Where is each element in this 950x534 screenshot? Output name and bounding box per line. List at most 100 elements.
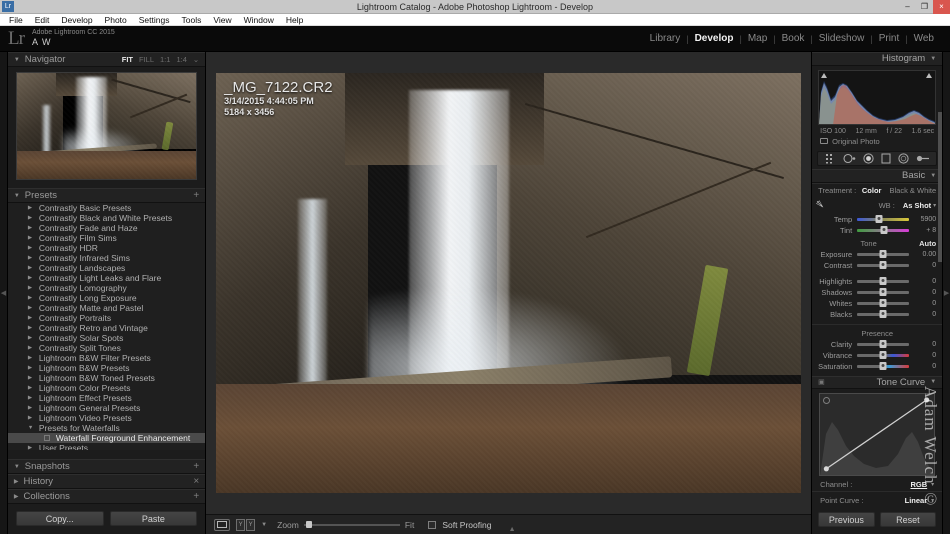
blacks-slider-row[interactable]: Blacks 0	[812, 309, 942, 320]
preset-item-waterfall-foreground-enhancement[interactable]: Waterfall Foreground Enhancement	[7, 433, 206, 443]
tint-slider-track[interactable]	[857, 225, 910, 234]
whites-slider-row[interactable]: Whites 0	[812, 298, 942, 309]
temp-slider-row[interactable]: Temp 5900	[812, 214, 942, 225]
exposure-slider-track[interactable]	[857, 249, 910, 258]
radial-filter-icon[interactable]	[898, 153, 909, 164]
temp-slider-knob[interactable]	[875, 214, 883, 223]
clarity-slider-knob[interactable]	[879, 339, 887, 348]
close-button[interactable]: ×	[933, 0, 950, 14]
preset-folder[interactable]: ▶ Contrastly Lomography	[8, 283, 205, 293]
contrast-slider-track[interactable]	[857, 260, 910, 269]
preset-folder[interactable]: ▶ Contrastly Retro and Vintage	[8, 323, 205, 333]
whites-slider-knob[interactable]	[879, 298, 887, 307]
highlight-clipping-indicator[interactable]	[926, 72, 933, 80]
history-panel-header[interactable]: ▶ History ×	[7, 474, 206, 489]
module-slideshow[interactable]: Slideshow	[813, 33, 871, 44]
saturation-slider-row[interactable]: Saturation 0	[812, 361, 942, 372]
preset-folder[interactable]: ▶ Contrastly Light Leaks and Flare	[8, 273, 205, 283]
right-panel-scrollbar[interactable]	[938, 112, 943, 262]
preset-folder[interactable]: ▶ Lightroom Video Presets	[8, 413, 205, 423]
snapshots-panel-header[interactable]: ▼ Snapshots +	[7, 459, 206, 474]
menu-view[interactable]: View	[207, 14, 237, 26]
zoom-slider-track[interactable]	[303, 520, 400, 528]
zoom-fill[interactable]: FILL	[139, 55, 154, 64]
preset-folder[interactable]: ▶ Contrastly Black and White Presets	[8, 213, 205, 223]
preset-folder-waterfalls[interactable]: ▼ Presets for Waterfalls	[8, 423, 205, 433]
menu-photo[interactable]: Photo	[99, 14, 133, 26]
chevron-down-icon[interactable]: ▾	[931, 481, 934, 488]
vibrance-slider-knob[interactable]	[879, 350, 887, 359]
presets-list[interactable]: ▶ Contrastly Basic Presets ▶ Contrastly Bl…	[7, 203, 206, 450]
zoom-slider-knob[interactable]	[305, 520, 312, 528]
vibrance-slider-row[interactable]: Vibrance 0	[812, 350, 942, 361]
preset-folder[interactable]: ▶ Contrastly Split Tones	[8, 343, 205, 353]
paste-button[interactable]: Paste	[109, 511, 198, 526]
before-view-icon[interactable]: Y	[236, 518, 246, 531]
shadows-slider-knob[interactable]	[879, 287, 887, 296]
module-develop[interactable]: Develop	[689, 33, 740, 44]
whites-slider-track[interactable]	[857, 298, 910, 307]
add-collection-button[interactable]: +	[193, 491, 199, 502]
shadows-slider-track[interactable]	[857, 287, 910, 296]
tone-curve-line[interactable]	[820, 394, 934, 475]
add-snapshot-button[interactable]: +	[193, 461, 199, 472]
point-curve-row[interactable]: Point Curve : Linear ▾	[812, 491, 943, 507]
left-panel-toggle[interactable]: ◀	[0, 52, 8, 534]
contrast-slider-knob[interactable]	[879, 260, 887, 269]
highlights-slider-knob[interactable]	[879, 276, 887, 285]
menu-help[interactable]: Help	[280, 14, 309, 26]
loupe-photo[interactable]: _MG_7122.CR2 3/14/2015 4:44:05 PM 5184 x…	[216, 73, 802, 493]
chevron-down-icon[interactable]: ⌄	[193, 55, 199, 64]
menu-window[interactable]: Window	[238, 14, 280, 26]
preset-folder-user[interactable]: ▶ User Presets	[8, 443, 205, 450]
navigator-thumbnail[interactable]	[15, 72, 198, 180]
shadows-slider-row[interactable]: Shadows 0	[812, 287, 942, 298]
module-print[interactable]: Print	[873, 33, 906, 44]
blacks-slider-knob[interactable]	[879, 309, 887, 318]
menu-edit[interactable]: Edit	[29, 14, 56, 26]
chevron-down-icon[interactable]: ▾	[933, 202, 936, 209]
vibrance-slider-track[interactable]	[857, 350, 910, 359]
module-web[interactable]: Web	[908, 33, 940, 44]
saturation-slider-track[interactable]	[857, 361, 910, 370]
preset-folder[interactable]: ▶ Contrastly Portraits	[8, 313, 205, 323]
blacks-slider-track[interactable]	[857, 309, 910, 318]
loupe-view-icon[interactable]	[214, 518, 231, 531]
maximize-button[interactable]: ❐	[916, 0, 933, 14]
preset-folder[interactable]: ▶ Contrastly Fade and Haze	[8, 223, 205, 233]
navigator-panel-header[interactable]: ▼ Navigator FIT FILL 1:1 1:4 ⌄	[7, 52, 206, 67]
right-panel-toggle[interactable]: ▶	[942, 52, 950, 534]
highlights-slider-row[interactable]: Highlights 0	[812, 276, 942, 287]
spot-removal-icon[interactable]	[843, 153, 856, 164]
preset-folder[interactable]: ▶ Contrastly Film Sims	[8, 233, 205, 243]
menu-file[interactable]: File	[3, 14, 29, 26]
red-eye-icon[interactable]	[863, 153, 874, 164]
menu-settings[interactable]: Settings	[133, 14, 176, 26]
preset-folder[interactable]: ▶ Contrastly Basic Presets	[8, 203, 205, 213]
temp-slider-track[interactable]	[857, 214, 910, 223]
soft-proofing-checkbox[interactable]	[428, 520, 437, 529]
point-curve-value[interactable]: Linear	[905, 496, 928, 505]
chevron-down-icon[interactable]: ▾	[931, 497, 934, 504]
module-map[interactable]: Map	[742, 33, 773, 44]
module-book[interactable]: Book	[776, 33, 811, 44]
contrast-slider-row[interactable]: Contrast 0	[812, 260, 942, 271]
preset-folder[interactable]: ▶ Lightroom Color Presets	[8, 383, 205, 393]
preset-folder[interactable]: ▶ Lightroom B&W Presets	[8, 363, 205, 373]
shadow-clipping-indicator[interactable]	[821, 72, 828, 80]
clear-history-button[interactable]: ×	[193, 476, 199, 487]
menu-tools[interactable]: Tools	[175, 14, 207, 26]
zoom-slider-control[interactable]: Zoom Fit	[277, 520, 414, 530]
highlights-slider-track[interactable]	[857, 276, 910, 285]
exposure-slider-knob[interactable]	[879, 249, 887, 258]
after-view-icon[interactable]: Y	[246, 518, 256, 531]
copy-button[interactable]: Copy...	[15, 511, 104, 526]
tone-curve-panel-header[interactable]: ▣ Tone Curve ▼	[812, 375, 943, 390]
crop-overlay-icon[interactable]	[825, 153, 836, 164]
tone-curve-graph[interactable]	[819, 393, 936, 477]
preset-folder[interactable]: ▶ Contrastly Long Exposure	[8, 293, 205, 303]
zoom-1-1[interactable]: 1:1	[160, 55, 170, 64]
tone-curve-channel-row[interactable]: Channel : RGB ▾	[812, 478, 942, 491]
chevron-down-icon[interactable]: ▼	[261, 522, 267, 528]
minimize-button[interactable]: –	[899, 0, 916, 14]
